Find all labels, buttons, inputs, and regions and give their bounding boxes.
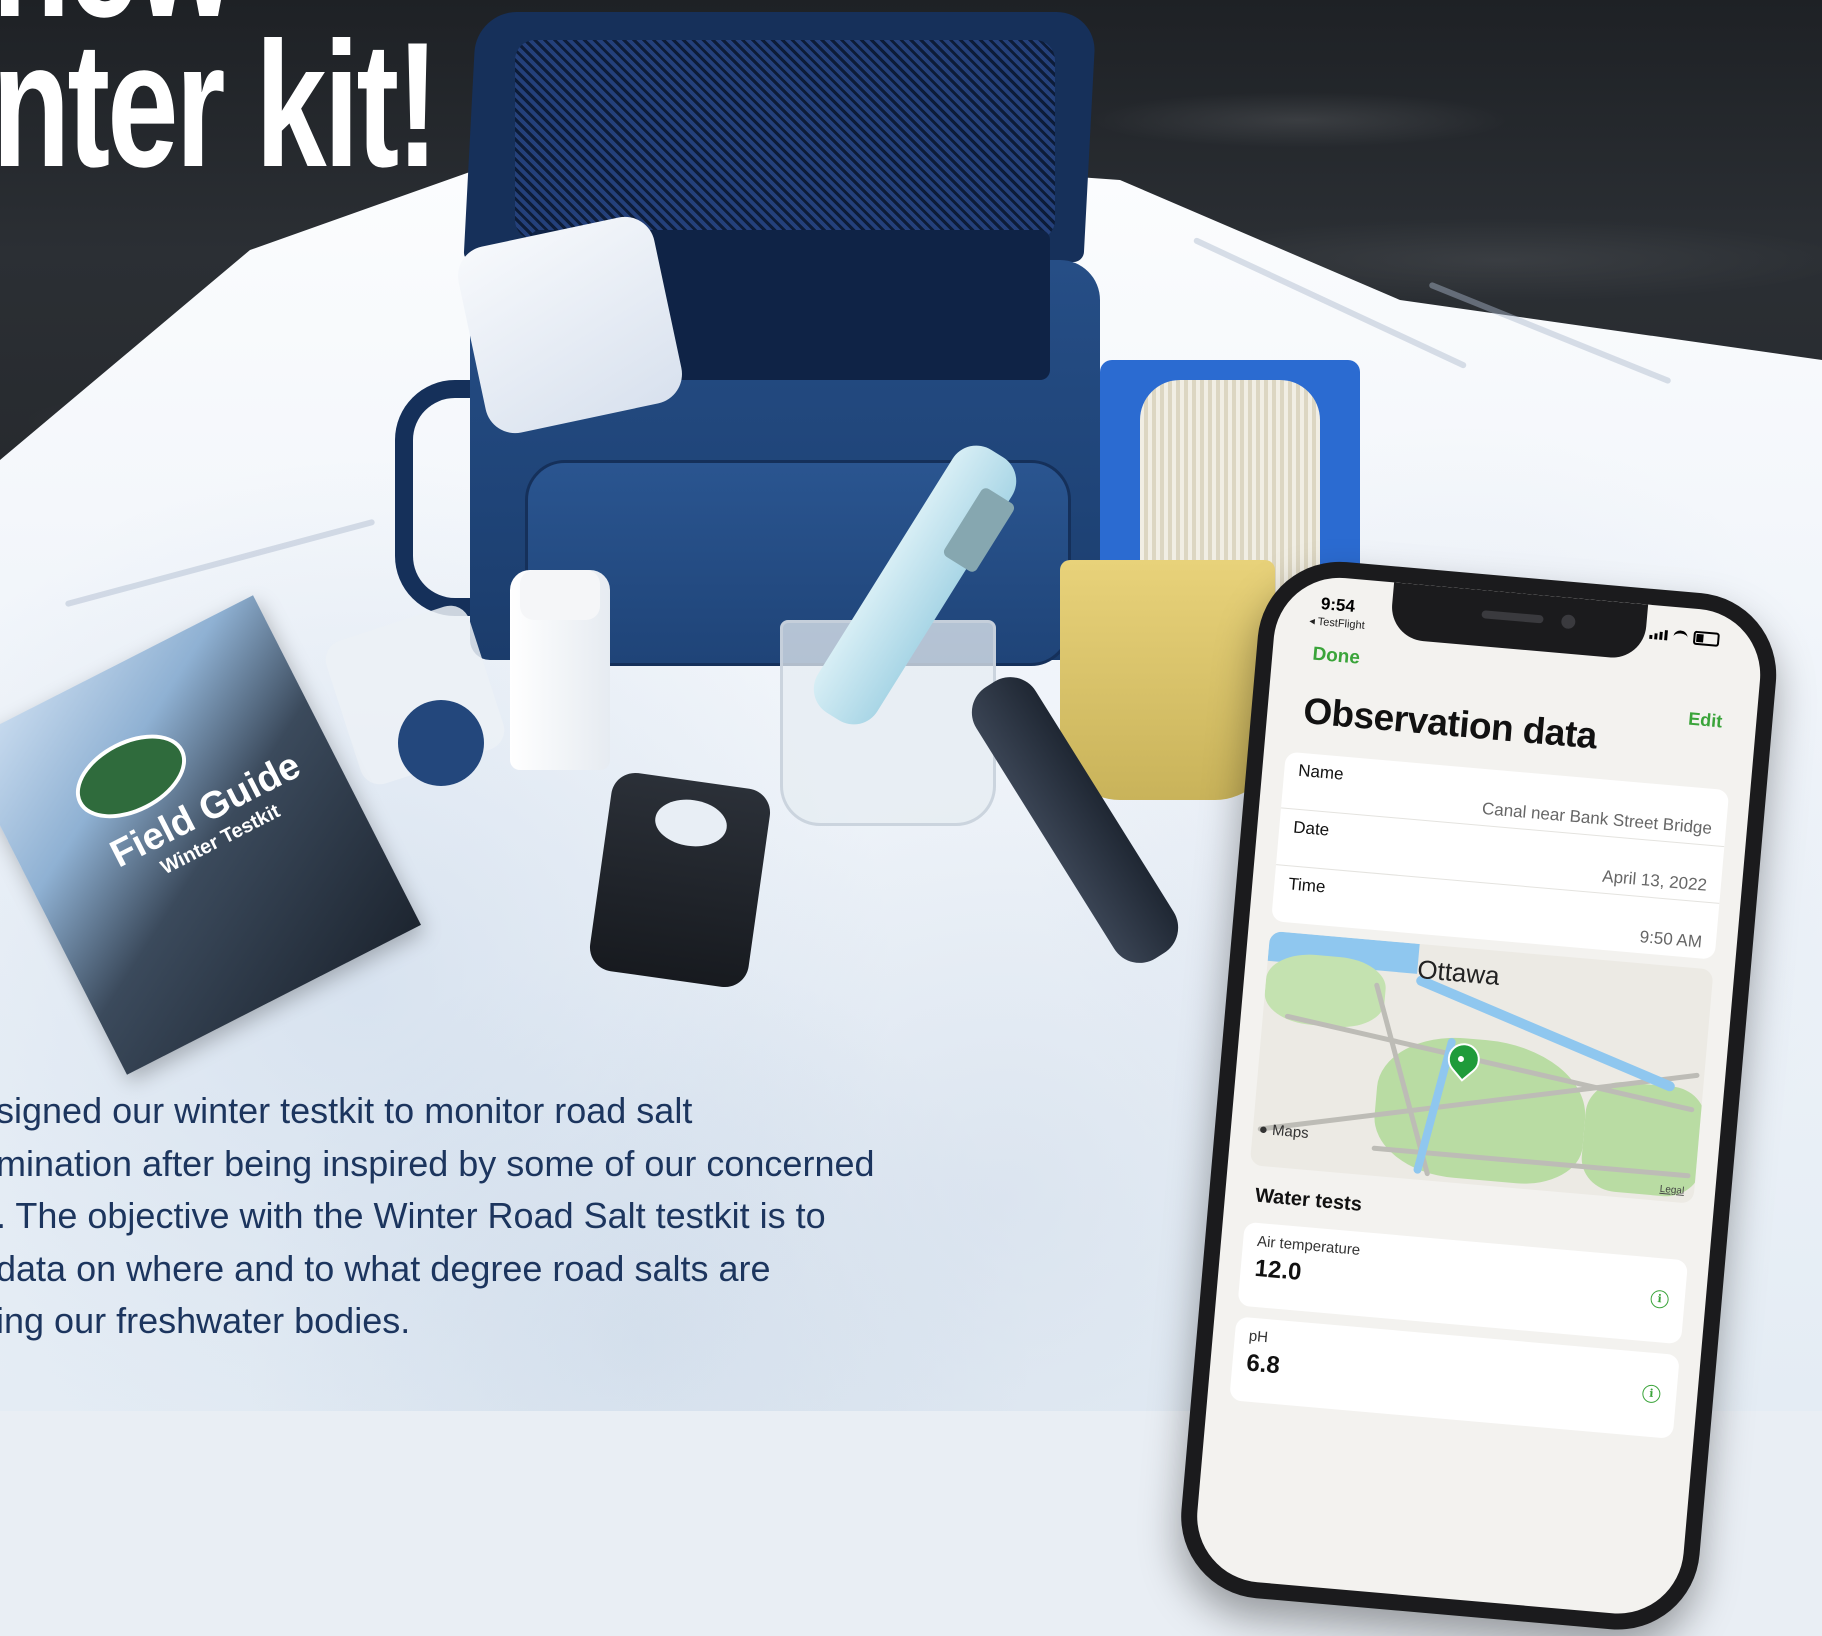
- yellow-bucket: [1060, 560, 1275, 800]
- paragraph-line: . The objective with the Winter Road Sal…: [0, 1195, 826, 1236]
- observation-info-card: Name Canal near Bank Street Bridge Date …: [1271, 751, 1730, 960]
- apple-logo-icon: ●: [1258, 1120, 1269, 1139]
- info-value: 9:50 AM: [1638, 927, 1703, 952]
- maps-attribution: ● Maps: [1258, 1121, 1309, 1142]
- bag-mesh-pocket: [515, 40, 1055, 240]
- status-time: 9:54: [1320, 594, 1356, 616]
- info-icon[interactable]: i: [1641, 1384, 1662, 1404]
- description-paragraph: signed our winter testkit to monitor roa…: [0, 1085, 956, 1348]
- paragraph-line: ing our freshwater bodies.: [0, 1300, 411, 1341]
- paragraph-line: data on where and to what degree road sa…: [0, 1247, 771, 1289]
- back-to-app-link[interactable]: ◂ TestFlight: [1309, 614, 1365, 632]
- test-label: pH: [1248, 1327, 1269, 1347]
- info-label: Date: [1292, 817, 1331, 840]
- status-icons: [1649, 627, 1720, 647]
- info-value: April 13, 2022: [1601, 866, 1708, 895]
- test-value: 6.8: [1245, 1349, 1281, 1380]
- speaker-grille: [1481, 610, 1544, 624]
- info-label: Name: [1297, 760, 1345, 784]
- page-title: Observation data: [1301, 690, 1599, 757]
- water-tests-heading: Water tests: [1254, 1184, 1363, 1216]
- bottle-cap: [520, 570, 600, 620]
- vial-label: [398, 700, 484, 786]
- paragraph-line: mination after being inspired by some of…: [0, 1142, 875, 1184]
- battery-icon: [1692, 630, 1720, 647]
- towel: [452, 211, 688, 439]
- front-camera: [1560, 614, 1576, 630]
- location-map[interactable]: Ottawa ● Maps Legal: [1249, 930, 1714, 1204]
- wifi-icon: [1672, 629, 1689, 644]
- headline: new nter kit!: [0, 0, 439, 204]
- paragraph-line: signed our winter testkit to monitor roa…: [0, 1090, 693, 1131]
- test-label: Air temperature: [1256, 1232, 1361, 1259]
- edit-button[interactable]: Edit: [1687, 709, 1723, 733]
- headline-line-2: nter kit!: [0, 5, 439, 204]
- map-legal-link[interactable]: Legal: [1659, 1184, 1684, 1197]
- info-icon[interactable]: i: [1649, 1289, 1670, 1309]
- done-button[interactable]: Done: [1312, 644, 1361, 670]
- phone-screen: 9:54 ◂ TestFlight Done Edit Observation …: [1191, 572, 1766, 1620]
- info-label: Time: [1287, 874, 1327, 897]
- maps-attribution-label: Maps: [1271, 1121, 1310, 1142]
- phone-mockup: 9:54 ◂ TestFlight Done Edit Observation …: [1174, 555, 1784, 1636]
- test-value: 12.0: [1253, 1254, 1303, 1286]
- cellular-signal-icon: [1649, 629, 1668, 641]
